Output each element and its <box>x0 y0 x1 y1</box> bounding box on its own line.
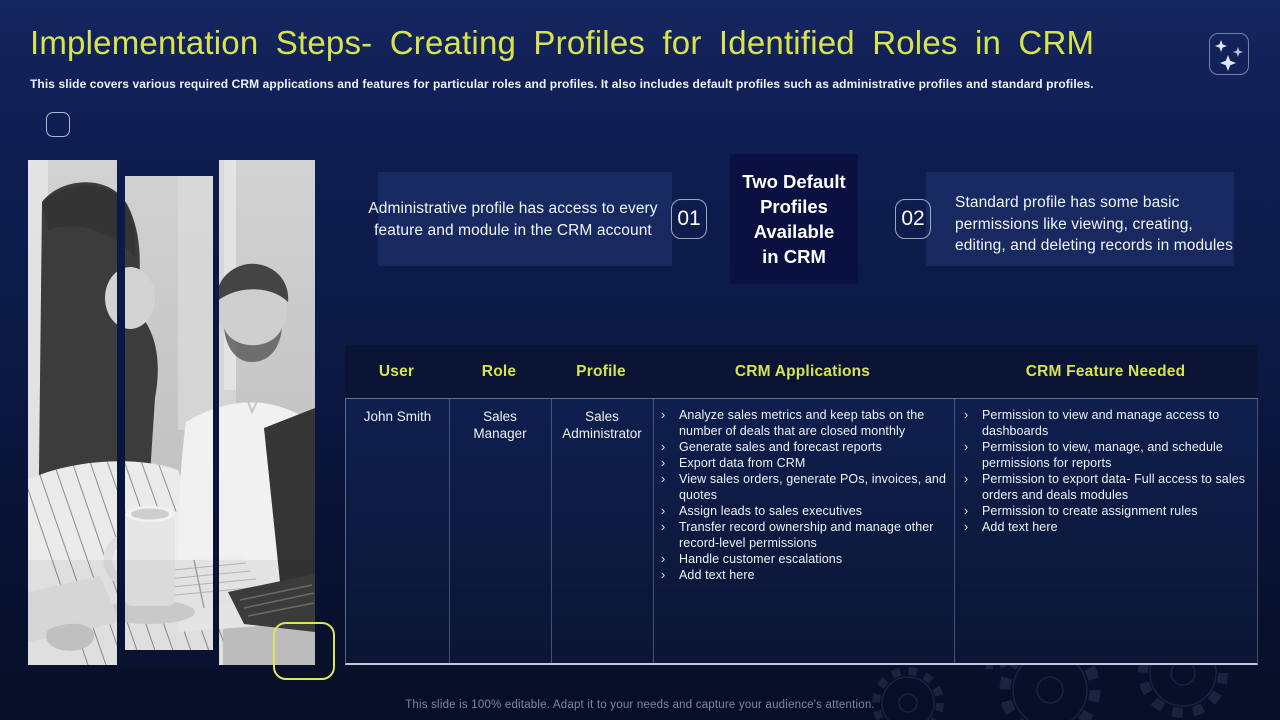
roles-table-body: John Smith Sales Manager Sales Administr… <box>345 398 1258 665</box>
list-item: › View sales orders, generate POs, invoi… <box>661 471 946 503</box>
list-item: › Permission to export data- Full access… <box>964 471 1251 503</box>
list-item-text: Add text here <box>679 567 946 583</box>
sparkles-icon <box>1210 34 1248 74</box>
photo-panel-inset-top <box>124 160 214 176</box>
step-1-text: Administrative profile has access to eve… <box>362 198 664 241</box>
list-item: › Assign leads to sales executives <box>661 503 946 519</box>
slide: Implementation Steps- Creating Profiles … <box>0 0 1280 720</box>
list-item-text: Generate sales and forecast reports <box>679 439 946 455</box>
list-item: › Permission to view, manage, and schedu… <box>964 439 1251 471</box>
list-item-text: Permission to create assignment rules <box>982 503 1251 519</box>
list-item-text: Permission to view, manage, and schedule… <box>982 439 1251 471</box>
photo-panel-gap <box>213 160 219 665</box>
list-item: › Add text here <box>661 567 946 583</box>
team-photo-illustration <box>28 160 315 665</box>
list-item-text: Transfer record ownership and manage oth… <box>679 519 946 551</box>
list-item: › Permission to create assignment rules <box>964 503 1251 519</box>
cell-profile: Sales Administrator <box>551 399 653 442</box>
list-item-text: Permission to view and manage access to … <box>982 407 1251 439</box>
chevron-bullet-icon: › <box>661 407 671 439</box>
decorative-square-outline <box>46 112 70 137</box>
header-cell-crm-applications: CRM Applications <box>652 345 953 398</box>
header-cell-user: User <box>345 345 448 398</box>
chevron-bullet-icon: › <box>964 471 974 503</box>
list-item-text: View sales orders, generate POs, invoice… <box>679 471 946 503</box>
list-item-text: Handle customer escalations <box>679 551 946 567</box>
cell-role: Sales Manager <box>449 399 551 442</box>
roles-table-header: User Role Profile CRM Applications CRM F… <box>345 345 1258 398</box>
slide-footer: This slide is 100% editable. Adapt it to… <box>0 699 1280 711</box>
sparkles-badge <box>1209 33 1249 75</box>
photo-panel-inset-bottom <box>124 650 214 665</box>
header-cell-crm-feature-needed: CRM Feature Needed <box>953 345 1258 398</box>
step-2-number-badge: 02 <box>895 199 931 239</box>
chevron-bullet-icon: › <box>661 551 671 567</box>
list-item: › Analyze sales metrics and keep tabs on… <box>661 407 946 439</box>
crm-features-list: › Permission to view and manage access t… <box>954 399 1259 535</box>
step-2-text: Standard profile has some basic permissi… <box>955 192 1247 257</box>
step-1-number-badge: 01 <box>671 199 707 239</box>
list-item: › Add text here <box>964 519 1251 535</box>
chevron-bullet-icon: › <box>661 503 671 519</box>
list-item: › Export data from CRM <box>661 455 946 471</box>
list-item: › Transfer record ownership and manage o… <box>661 519 946 551</box>
chevron-bullet-icon: › <box>661 567 671 583</box>
chevron-bullet-icon: › <box>964 407 974 439</box>
list-item-text: Export data from CRM <box>679 455 946 471</box>
list-item-text: Add text here <box>982 519 1251 535</box>
chevron-bullet-icon: › <box>964 519 974 535</box>
two-default-profiles-box: Two Default Profiles Available in CRM <box>730 154 858 284</box>
chevron-bullet-icon: › <box>661 439 671 455</box>
list-item: › Handle customer escalations <box>661 551 946 567</box>
list-item: › Permission to view and manage access t… <box>964 407 1251 439</box>
header-cell-role: Role <box>448 345 550 398</box>
team-photo <box>28 160 315 665</box>
crm-applications-list: › Analyze sales metrics and keep tabs on… <box>653 399 954 583</box>
chevron-bullet-icon: › <box>964 439 974 471</box>
list-item-text: Analyze sales metrics and keep tabs on t… <box>679 407 946 439</box>
list-item-text: Assign leads to sales executives <box>679 503 946 519</box>
cell-user: John Smith <box>346 399 449 425</box>
chevron-bullet-icon: › <box>661 455 671 471</box>
photo-panel-gap <box>117 160 125 665</box>
page-title: Implementation Steps- Creating Profiles … <box>30 24 1180 62</box>
chevron-bullet-icon: › <box>661 471 671 503</box>
list-item: › Generate sales and forecast reports <box>661 439 946 455</box>
chevron-bullet-icon: › <box>661 519 671 551</box>
header-cell-profile: Profile <box>550 345 652 398</box>
page-subtitle: This slide covers various required CRM a… <box>30 77 1220 91</box>
chevron-bullet-icon: › <box>964 503 974 519</box>
yellow-frame-accent <box>273 622 335 680</box>
list-item-text: Permission to export data- Full access t… <box>982 471 1251 503</box>
